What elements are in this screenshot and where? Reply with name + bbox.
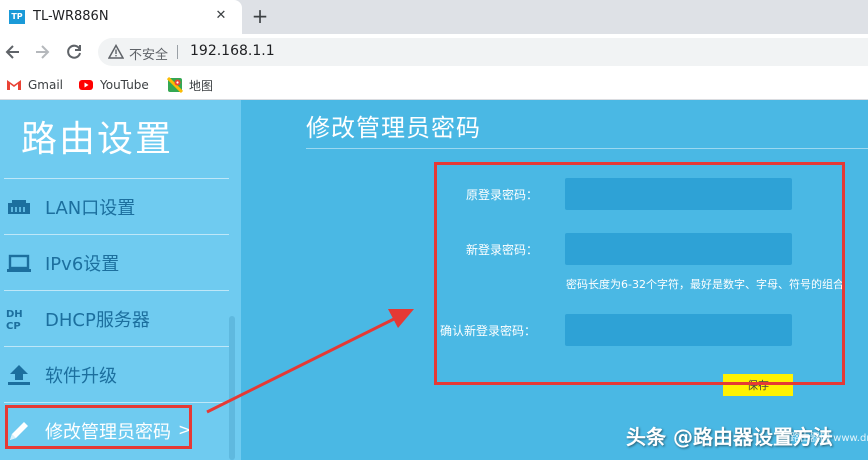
maps-icon [166,76,184,94]
new-tab-button[interactable]: + [249,5,271,27]
bookmark-gmail[interactable]: Gmail [6,77,63,93]
tp-link-favicon-icon: TP [9,10,25,24]
router-admin-page: 路由设置 LAN口设置 IPv6设置 DH CP DHCP服务器 软件升级 修改… [0,100,868,460]
omnibox-divider [177,45,178,59]
tab-title: TL-WR886N [33,9,109,24]
bookmarks-bar: Gmail YouTube 地图 [0,70,868,100]
bookmark-youtube[interactable]: YouTube [78,77,149,93]
annotation-arrow [206,309,414,414]
reload-icon[interactable] [64,42,84,62]
close-tab-icon[interactable]: ✕ [212,7,230,25]
address-bar[interactable]: 不安全 192.168.1.1 [98,38,868,66]
youtube-icon [78,77,94,93]
watermark-small-text: 路由器网 www.dnzp.com [790,433,868,444]
warning-triangle-icon[interactable] [107,43,125,60]
bookmark-label: Gmail [28,78,64,92]
browser-tab[interactable]: TP TL-WR886N ✕ [0,0,242,34]
bookmark-label: YouTube [100,78,149,92]
bookmark-maps[interactable]: 地图 [166,76,214,94]
bookmark-label: 地图 [189,78,214,93]
back-arrow-icon[interactable] [3,42,23,62]
insecure-label: 不安全 [129,48,169,63]
browser-toolbar: 不安全 192.168.1.1 [0,34,868,70]
tab-strip: TP TL-WR886N ✕ + [0,0,868,34]
gmail-icon [6,77,22,93]
url-text[interactable]: 192.168.1.1 [190,43,275,59]
forward-arrow-icon[interactable] [32,42,52,62]
